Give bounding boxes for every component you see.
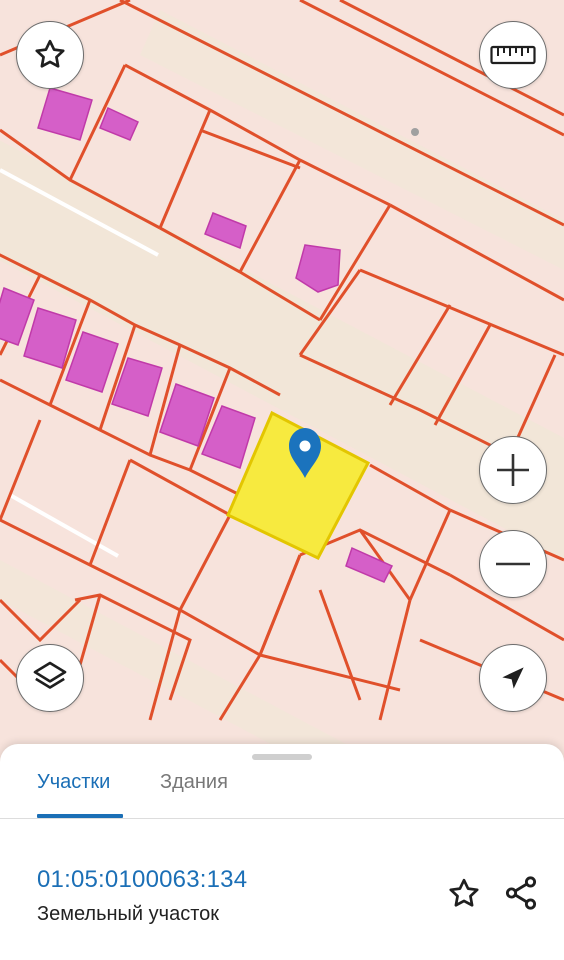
share-icon [505, 876, 537, 910]
favorite-button[interactable] [16, 21, 84, 89]
layers-icon [33, 661, 67, 689]
bottom-sheet: Участки Здания 01:05:0100063:134 Земельн… [0, 744, 564, 960]
my-location-button[interactable] [479, 644, 547, 712]
ruler-icon [490, 45, 536, 65]
star-icon [35, 39, 65, 68]
cadastral-number[interactable]: 01:05:0100063:134 [37, 866, 247, 894]
zoom-out-button[interactable] [479, 530, 547, 598]
tab-parcels[interactable]: Участки [37, 770, 110, 794]
layers-button[interactable] [16, 644, 84, 712]
cadastral-map[interactable] [0, 0, 564, 760]
parcel-type-label: Земельный участок [37, 903, 220, 925]
plus-icon [497, 454, 529, 486]
add-to-favorites-button[interactable] [444, 874, 484, 914]
tab-buildings[interactable]: Здания [160, 770, 228, 794]
ruler-button[interactable] [479, 21, 547, 89]
zoom-in-button[interactable] [479, 436, 547, 504]
share-button[interactable] [500, 872, 542, 914]
tabs-divider [0, 818, 564, 819]
map-marker-dot [411, 128, 419, 136]
navigation-arrow-icon [502, 667, 524, 689]
sheet-drag-handle[interactable] [252, 754, 312, 760]
star-outline-icon [449, 878, 479, 907]
minus-icon [496, 562, 530, 566]
